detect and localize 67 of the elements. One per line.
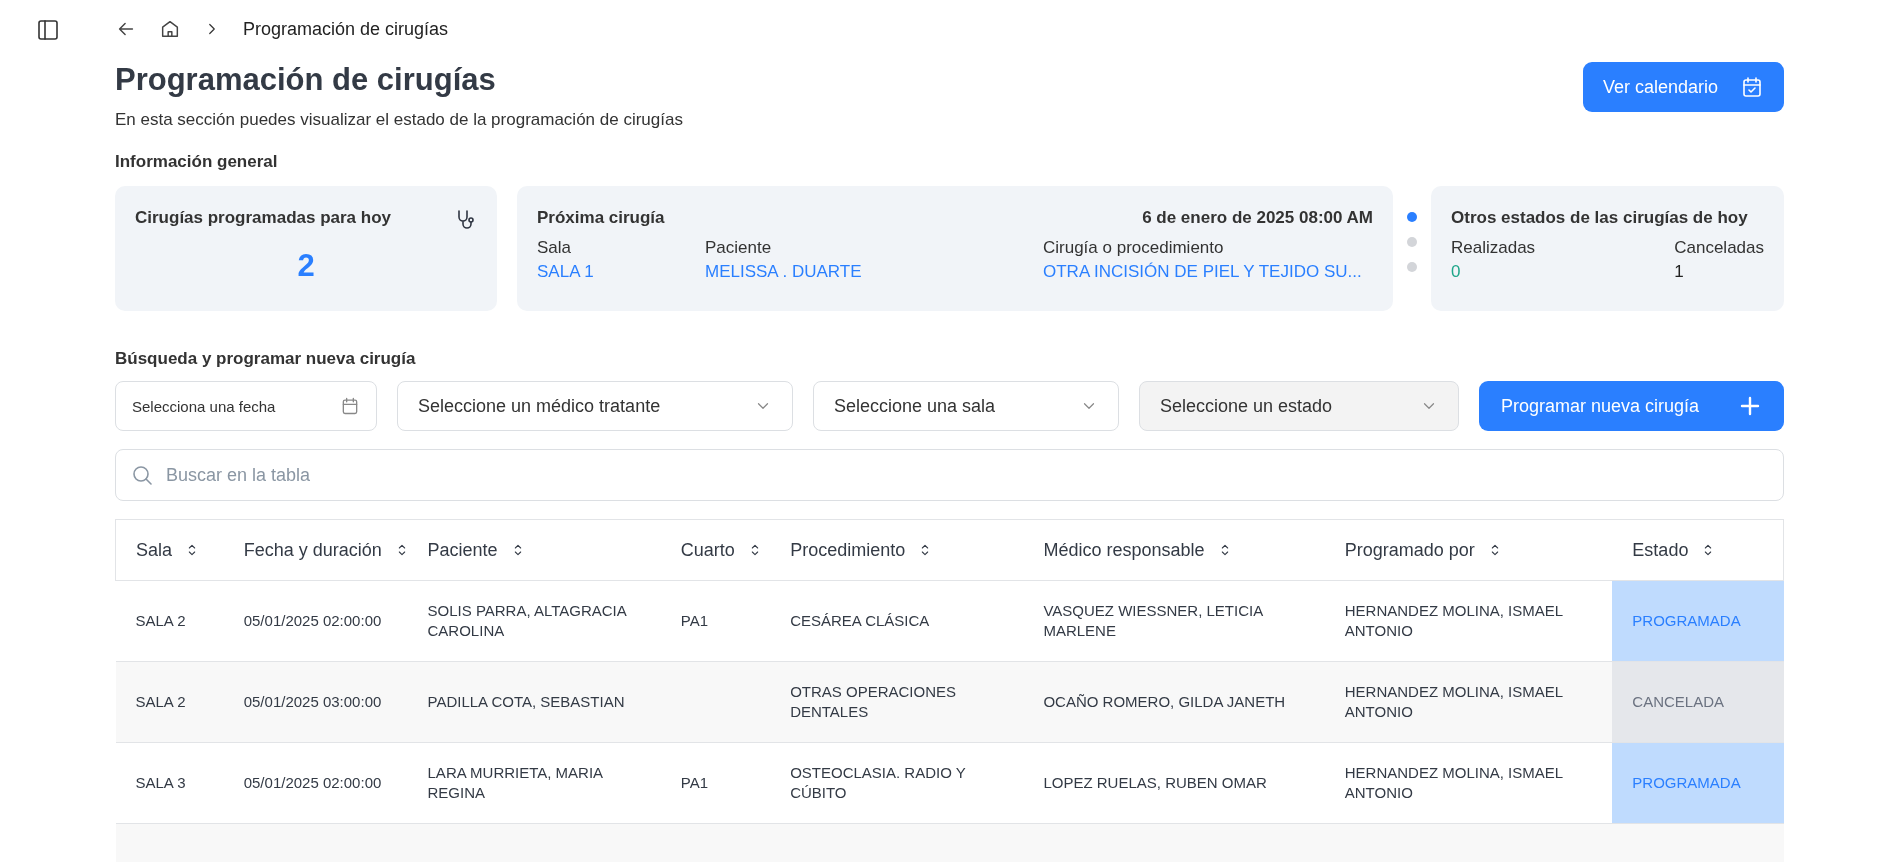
table-cell: SALA 2 [135, 693, 186, 710]
surgery-count: 2 [297, 248, 315, 284]
pager-dot[interactable] [1407, 212, 1417, 222]
page-subtitle: En esta sección puedes visualizar el estado de la programación de cirugías [115, 110, 683, 130]
page-title: Programación de cirugías [115, 62, 497, 98]
table-cell: OTRAS OPERACIONES DENTALES [790, 683, 956, 720]
column-header[interactable]: Procedimiento [790, 539, 934, 561]
column-header[interactable]: Paciente [427, 539, 526, 561]
section-heading: Búsqueda y programar nueva cirugía [115, 349, 417, 369]
field-value: MELISSA . DUARTE [705, 262, 863, 282]
column-header[interactable]: Programado por [1344, 539, 1503, 561]
table-cell: LARA MURRIETA, MARIA REGINA [427, 764, 603, 801]
select-dropdown[interactable]: Seleccione una sala [813, 381, 1119, 431]
status-cell: PROGRAMADA [1612, 742, 1784, 824]
table-cell: CESÁREA CLÁSICA [790, 612, 930, 629]
column-header[interactable]: Médico responsable [1043, 539, 1233, 561]
field-value: OTRA INCISIÓN DE PIEL Y TEJIDO SU... [1043, 262, 1362, 282]
field-label: Cirugía o procedimiento [1043, 238, 1225, 258]
search-icon [130, 463, 154, 487]
pager-dot[interactable] [1407, 237, 1417, 247]
field-value: SALA 1 [537, 262, 595, 282]
table-cell: SOLIS PARRA, ALTAGRACIA CAROLINA [427, 602, 626, 639]
field-label: Paciente [705, 238, 773, 258]
surgery-datetime: 6 de enero de 2025 08:00 AM [1142, 208, 1373, 228]
plus-icon [1738, 394, 1762, 418]
card-title: Próxima cirugía [537, 208, 665, 228]
table-cell: VASQUEZ WIESSNER, LETICIA MARLENE [1043, 602, 1263, 639]
card-title: Cirugías programadas para hoy [135, 208, 392, 228]
table-cell: 05/01/2025 02:00:00 [243, 774, 382, 791]
table-cell: OSTEOCLASIA. RADIO Y CÚBITO [790, 764, 966, 801]
new-surgery-button[interactable]: Programar nueva cirugía [1479, 381, 1784, 431]
home-button[interactable] [159, 18, 181, 40]
card-title: Otros estados de las cirugías de hoy [1451, 208, 1748, 227]
table-cell: HERNANDEZ MOLINA, ISMAEL ANTONIO [1344, 602, 1563, 639]
field-label: Sala [537, 238, 573, 258]
table-cell: HERNANDEZ MOLINA, ISMAEL ANTONIO [1344, 683, 1563, 720]
sidebar-toggle-button[interactable] [36, 18, 60, 42]
status-cell: PROGRAMADA [1612, 580, 1784, 662]
stat-label: Canceladas [1674, 238, 1764, 258]
pager-dot[interactable] [1407, 262, 1417, 272]
breadcrumb-current: Programación de cirugías [243, 18, 449, 40]
table-cell: PA1 [680, 612, 709, 629]
column-header[interactable]: Sala [136, 539, 201, 561]
calendar-icon [340, 396, 360, 416]
calendar-check-icon [1740, 75, 1764, 99]
table-cell: 05/01/2025 03:00:00 [243, 693, 382, 710]
home-icon [159, 18, 181, 40]
table-cell: 05/01/2025 02:00:00 [243, 612, 382, 629]
table-cell: SALA 2 [135, 612, 186, 629]
table-cell: LOPEZ RUELAS, RUBEN OMAR [1043, 774, 1267, 791]
select-dropdown[interactable]: Seleccione un médico tratante [397, 381, 793, 431]
column-header[interactable]: Fecha y duración [243, 539, 410, 561]
table-cell: SALA 3 [135, 774, 186, 791]
table-cell: PA1 [680, 774, 709, 791]
stat-value: 0 [1451, 262, 1462, 282]
table-cell: OCAÑO ROMERO, GILDA JANETH [1043, 693, 1286, 710]
section-heading: Información general [115, 152, 279, 172]
sidebar-panel-icon [36, 18, 60, 42]
column-header[interactable]: Cuarto [680, 539, 763, 561]
status-cell: CANCELADA [1612, 661, 1784, 743]
calendar-button[interactable]: Ver calendario [1582, 62, 1784, 112]
stat-value: 1 [1674, 262, 1685, 282]
column-header[interactable]: Estado [1632, 539, 1717, 561]
table-cell: PADILLA COTA, SEBASTIAN [427, 693, 625, 710]
table-cell: HERNANDEZ MOLINA, ISMAEL ANTONIO [1344, 764, 1563, 801]
date-field[interactable]: Selecciona una fecha [115, 381, 377, 431]
stat-label: Realizadas [1451, 238, 1536, 258]
